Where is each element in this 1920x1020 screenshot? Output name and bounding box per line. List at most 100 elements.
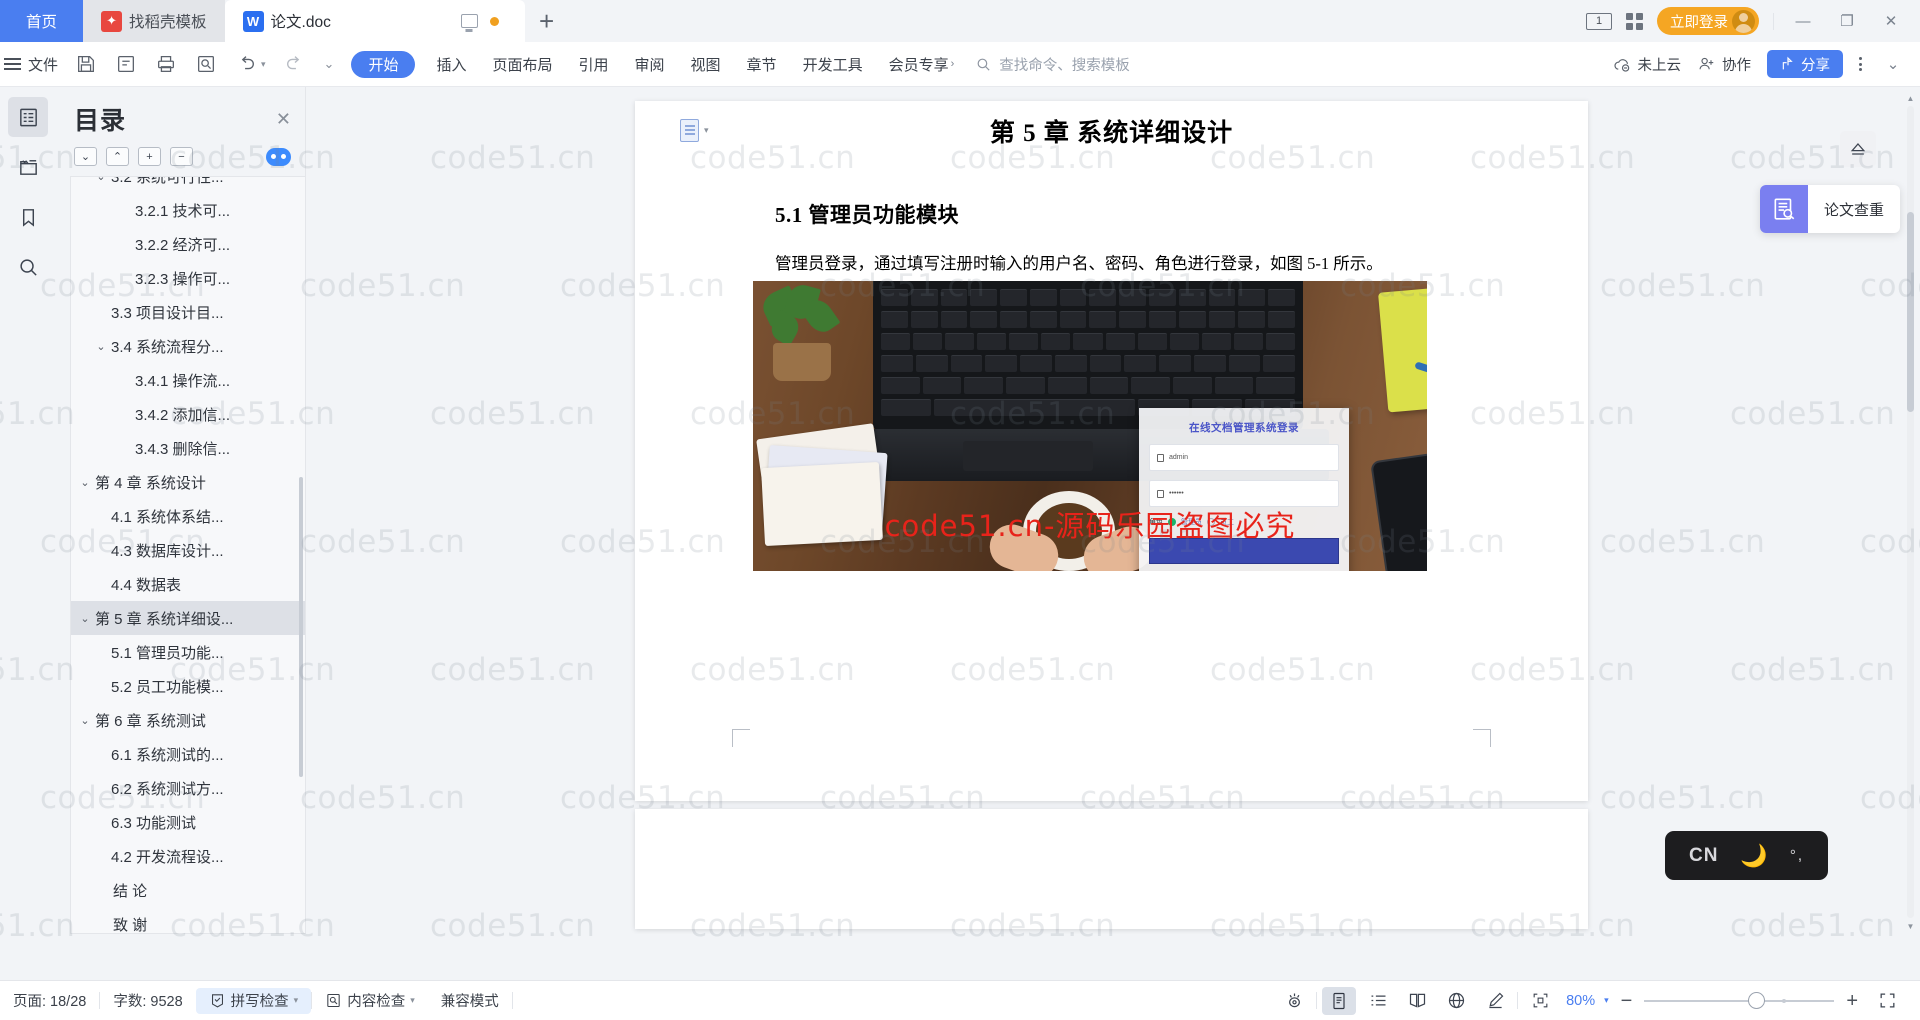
close-button[interactable]: ✕: [1876, 6, 1906, 36]
outline-item[interactable]: 3.2.1 技术可...: [71, 193, 305, 227]
word-count[interactable]: 字数: 9528: [100, 988, 195, 1014]
outline-item[interactable]: 5.1 管理员功能...: [71, 635, 305, 669]
collaborate-button[interactable]: 协作: [1697, 54, 1751, 75]
outline-item[interactable]: 3.2.2 经济可...: [71, 227, 305, 261]
chevron-down-icon[interactable]: ⌄: [75, 714, 95, 727]
file-menu-button[interactable]: 文件: [0, 42, 66, 87]
moon-icon[interactable]: 🌙: [1740, 843, 1767, 869]
page-count-icon[interactable]: 1: [1586, 12, 1612, 30]
expand-all-button[interactable]: +: [138, 147, 161, 166]
more-options-button[interactable]: [1859, 57, 1862, 71]
outline-item[interactable]: 5.2 员工功能模...: [71, 669, 305, 703]
collapse-all-button[interactable]: −: [170, 147, 193, 166]
chevron-down-icon[interactable]: ▾: [294, 995, 299, 1006]
page-info[interactable]: 页面: 18/28: [0, 988, 99, 1014]
scrollbar-thumb[interactable]: [1907, 212, 1914, 412]
chevron-down-icon[interactable]: ⌄: [91, 177, 111, 183]
fullscreen-button[interactable]: [1870, 987, 1904, 1015]
zoom-chevron-icon[interactable]: ▾: [1604, 995, 1609, 1006]
sidebar-item-outline[interactable]: [8, 97, 48, 137]
tab-home[interactable]: 首页: [0, 0, 84, 42]
content-check-button[interactable]: 内容检查 ▾: [312, 988, 428, 1014]
minimize-button[interactable]: —: [1788, 6, 1818, 36]
tab-references[interactable]: 引用: [566, 42, 622, 87]
document-page-next[interactable]: [635, 809, 1588, 929]
outline-item[interactable]: 4.4 数据表: [71, 567, 305, 601]
outline-item[interactable]: 4.2 开发流程设...: [71, 839, 305, 873]
outline-view-button[interactable]: [1361, 987, 1395, 1015]
outline-item[interactable]: 4.1 系统体系结...: [71, 499, 305, 533]
tab-section[interactable]: 章节: [734, 42, 790, 87]
collapse-up-button[interactable]: ⌃: [106, 147, 129, 166]
app-grid-icon[interactable]: [1626, 12, 1643, 30]
outline-item[interactable]: 6.2 系统测试方...: [71, 771, 305, 805]
tab-start[interactable]: 开始: [351, 50, 416, 78]
outline-item[interactable]: 3.3 项目设计目...: [71, 295, 305, 329]
chevron-down-icon[interactable]: ⌄: [91, 340, 111, 353]
focus-view-button[interactable]: [1277, 987, 1311, 1015]
outline-item[interactable]: ⌄ 第 5 章 系统详细设...: [71, 601, 305, 635]
zoom-slider-knob[interactable]: [1748, 992, 1766, 1009]
outline-item[interactable]: ⌄ 3.2 系统可行性...: [71, 177, 305, 193]
tab-review[interactable]: 审阅: [622, 42, 678, 87]
tab-developer[interactable]: 开发工具: [790, 42, 876, 87]
login-button[interactable]: 立即登录: [1657, 7, 1759, 35]
ime-indicator[interactable]: CN 🌙 °,: [1664, 831, 1828, 880]
sidebar-item-doc-structure[interactable]: [8, 147, 48, 187]
search-box[interactable]: 查找命令、搜索模板: [975, 54, 1130, 75]
chevron-down-icon[interactable]: ▾: [410, 995, 415, 1006]
more-commands-button[interactable]: ⌄: [315, 42, 344, 87]
outline-item[interactable]: 致 谢: [71, 907, 305, 934]
undo-caret-icon[interactable]: ▾: [261, 59, 266, 70]
outline-list[interactable]: ⌄ 3.2 系统可行性... 3.2.1 技术可... 3.2.2 经济可... 3.2…: [70, 176, 305, 934]
outline-eye-toggle[interactable]: [266, 147, 291, 166]
outline-item[interactable]: 3.4.1 操作流...: [71, 363, 305, 397]
web-view-button[interactable]: [1439, 987, 1473, 1015]
tab-vip[interactable]: 会员专享 ›: [876, 42, 968, 87]
document-canvas[interactable]: ▾ 第 5 章 系统详细设计 5.1 管理员功能模块 管理员登录，通过填写注册时…: [306, 87, 1868, 934]
cloud-status-button[interactable]: 未上云: [1613, 54, 1681, 75]
scroll-up-arrow[interactable]: ▲: [1905, 92, 1916, 104]
save-button[interactable]: [66, 42, 106, 87]
present-icon[interactable]: [460, 14, 478, 28]
page-view-button[interactable]: [1322, 986, 1357, 1015]
scroll-down-arrow[interactable]: ▼: [1905, 920, 1916, 932]
tab-page-layout[interactable]: 页面布局: [479, 42, 565, 87]
section-marker-button[interactable]: ▾: [680, 119, 709, 142]
sidebar-item-bookmark[interactable]: [8, 197, 48, 237]
print-button[interactable]: [146, 42, 186, 87]
right-panel-collapse-button[interactable]: [1840, 131, 1876, 167]
find-button[interactable]: [186, 42, 226, 87]
ink-view-button[interactable]: [1478, 987, 1512, 1015]
tab-view[interactable]: 视图: [678, 42, 734, 87]
collapse-ribbon-button[interactable]: ⌄: [1878, 49, 1908, 79]
zoom-slider[interactable]: [1644, 992, 1835, 1009]
outline-item[interactable]: ⌄ 第 6 章 系统测试: [71, 703, 305, 737]
fit-page-button[interactable]: [1523, 987, 1557, 1015]
share-button[interactable]: 分享: [1767, 50, 1843, 78]
compat-mode[interactable]: 兼容模式: [428, 988, 512, 1014]
chevron-down-icon[interactable]: ⌄: [75, 476, 95, 489]
outline-item[interactable]: 结 论: [71, 873, 305, 907]
plagiarism-check-button[interactable]: 论文查重: [1759, 185, 1900, 233]
document-scrollbar[interactable]: ▲ ▼: [1905, 92, 1916, 932]
maximize-button[interactable]: ❐: [1832, 6, 1862, 36]
zoom-level[interactable]: 80%: [1562, 993, 1599, 1009]
outline-item[interactable]: 4.3 数据库设计...: [71, 533, 305, 567]
read-view-button[interactable]: [1400, 987, 1434, 1015]
spell-check-button[interactable]: 拼写检查 ▾: [195, 987, 312, 1014]
tab-document[interactable]: W 论文.doc: [224, 0, 525, 42]
ime-language-label[interactable]: CN: [1689, 845, 1718, 867]
new-tab-button[interactable]: +: [525, 0, 569, 42]
expand-down-button[interactable]: ⌄: [74, 147, 97, 166]
tab-insert[interactable]: 插入: [423, 42, 479, 87]
outline-scrollbar-thumb[interactable]: [299, 477, 303, 777]
outline-item[interactable]: 6.3 功能测试: [71, 805, 305, 839]
redo-button[interactable]: [275, 42, 315, 87]
zoom-out-button[interactable]: −: [1614, 991, 1640, 1011]
sidebar-item-search[interactable]: [8, 247, 48, 287]
tab-docer-template[interactable]: ✦ 找稻壳模板: [83, 0, 225, 42]
outline-item[interactable]: 3.4.2 添加信...: [71, 397, 305, 431]
document-page[interactable]: ▾ 第 5 章 系统详细设计 5.1 管理员功能模块 管理员登录，通过填写注册时…: [635, 101, 1588, 801]
outline-item[interactable]: ⌄ 3.4 系统流程分...: [71, 329, 305, 363]
